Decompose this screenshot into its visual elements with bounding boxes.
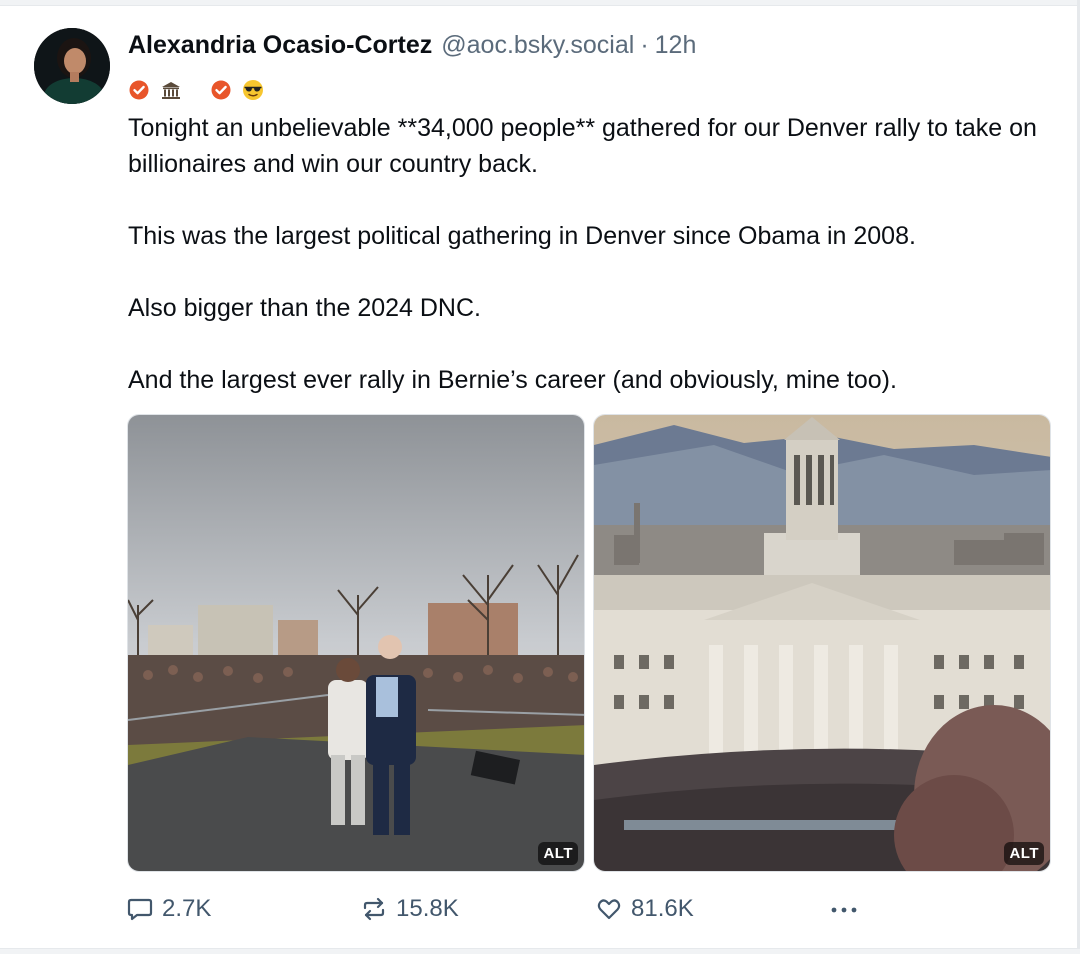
repost-button[interactable]: 15.8K xyxy=(360,891,459,927)
reply-button[interactable]: 2.7K xyxy=(126,891,211,927)
post-actions-bar: 2.7K 15.8K 81.6K xyxy=(0,891,1080,927)
author-handle[interactable]: @aoc.bsky.social xyxy=(441,31,634,60)
repost-count: 15.8K xyxy=(396,895,459,922)
capitol-building-icon xyxy=(160,79,182,101)
post-timestamp[interactable]: 12h xyxy=(655,31,697,60)
post-header: Alexandria Ocasio-Cortez @aoc.bsky.socia… xyxy=(128,31,696,65)
post-image-rally-stage[interactable]: ALT xyxy=(127,414,585,872)
author-avatar[interactable] xyxy=(34,28,110,104)
window-top-edge xyxy=(0,0,1080,6)
speech-bubble-icon xyxy=(127,898,153,921)
alt-text-badge[interactable]: ALT xyxy=(538,842,578,865)
profile-badges xyxy=(128,77,274,103)
post-paragraph: This was the largest political gathering… xyxy=(128,222,916,250)
post-paragraph: Tonight an unbelievable **34,000 people*… xyxy=(128,114,1037,178)
post-paragraph: Also bigger than the 2024 DNC. xyxy=(128,294,481,322)
orange-check-badge-icon xyxy=(210,79,232,101)
window-bottom-edge xyxy=(0,948,1080,954)
city-hall-crowd-photo xyxy=(594,415,1050,871)
orange-check-badge-icon xyxy=(128,79,150,101)
reply-count: 2.7K xyxy=(162,895,212,922)
ellipsis-icon xyxy=(831,907,857,913)
header-separator: · xyxy=(640,31,649,59)
alt-text-badge[interactable]: ALT xyxy=(1004,842,1044,865)
more-options-button[interactable] xyxy=(826,891,862,927)
post-paragraph: And the largest ever rally in Bernie’s c… xyxy=(128,366,897,394)
like-count: 81.6K xyxy=(631,895,694,922)
like-button[interactable]: 81.6K xyxy=(595,891,694,927)
author-display-name[interactable]: Alexandria Ocasio-Cortez xyxy=(128,31,432,60)
rally-stage-photo xyxy=(128,415,584,871)
repost-arrows-icon xyxy=(363,897,385,921)
avatar-image xyxy=(34,28,110,104)
heart-icon xyxy=(597,899,621,920)
sunglasses-emoji-icon xyxy=(242,79,264,101)
post-image-city-hall-crowd[interactable]: ALT xyxy=(593,414,1051,872)
post-body: Tonight an unbelievable **34,000 people*… xyxy=(128,110,1063,398)
